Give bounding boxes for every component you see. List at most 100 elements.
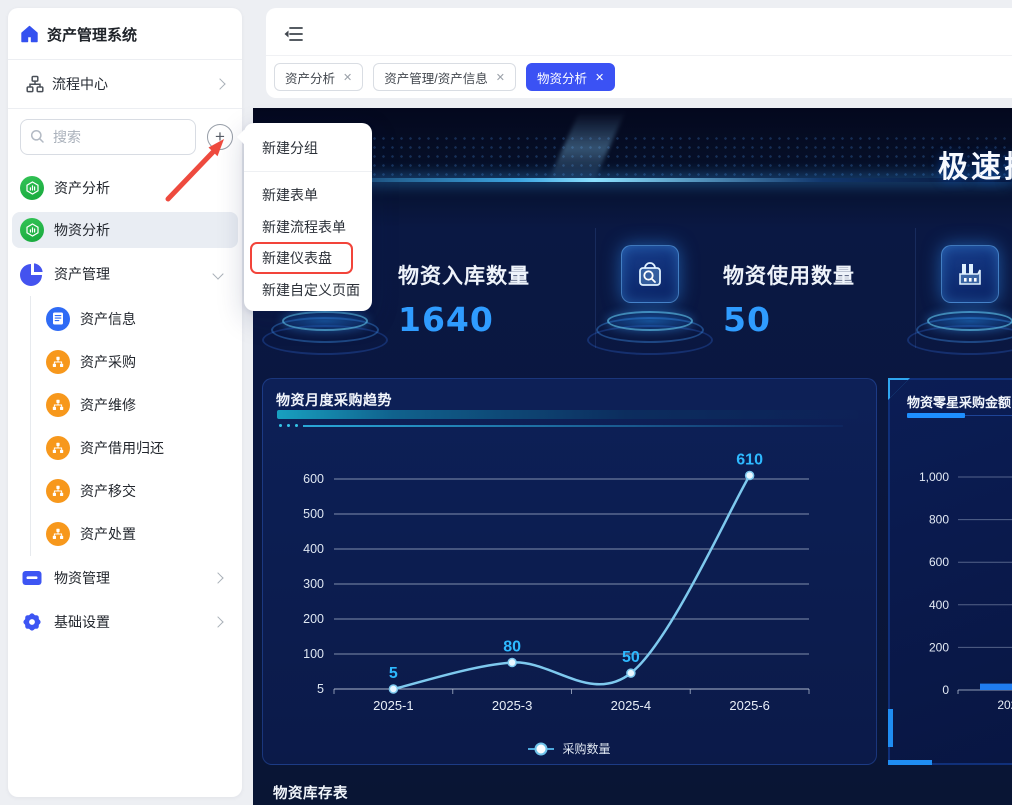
svg-text:5: 5	[389, 665, 398, 682]
storage-box-icon	[20, 566, 44, 590]
create-context-menu: 新建分组 新建表单 新建流程表单 新建仪表盘 新建自定义页面	[236, 123, 372, 311]
svg-text:2025-1: 2025-1	[997, 698, 1012, 712]
tab-asset-analysis[interactable]: 资产分析 ✕	[274, 63, 364, 91]
flow-icon	[46, 521, 70, 546]
title-underline-bar	[907, 413, 965, 418]
panel-corner-accent	[888, 760, 932, 765]
tab-asset-info[interactable]: 资产管理/资产信息 ✕	[373, 63, 516, 91]
tab-close-icon[interactable]: ✕	[496, 71, 505, 84]
sidebar-item-asset-management[interactable]: 资产管理	[12, 252, 238, 295]
sporadic-purchase-panel: 物资零星采购金额 0 200 400 600 800 1,000 2025-1	[888, 378, 1012, 765]
top-bar: 资产分析 ✕ 资产管理/资产信息 ✕ 物资分析 ✕	[266, 8, 1012, 98]
svg-text:2025-4: 2025-4	[611, 698, 651, 713]
search-icon	[30, 129, 44, 143]
sidebar-item-label: 资产信息	[80, 310, 136, 327]
line-chart-title: 物资月度采购趋势	[276, 392, 392, 408]
sidebar-item-label: 资产借用归还	[80, 439, 164, 456]
flow-icon	[26, 75, 44, 93]
sidebar-item-label: 资产管理	[54, 265, 110, 282]
svg-text:0: 0	[942, 683, 949, 697]
sidebar: 资产管理系统 流程中心 + 资产分析 物资分析	[8, 8, 242, 797]
sidebar-item-material-management[interactable]: 物资管理	[12, 556, 238, 599]
tab-close-icon[interactable]: ✕	[595, 71, 604, 84]
sidebar-item-asset-transfer[interactable]: 资产移交	[12, 469, 238, 512]
purchase-trend-line-chart: 5 100 200 300 400 500 600 2025-1 2025-3 2025-4 202…	[303, 451, 810, 713]
svg-text:400: 400	[929, 598, 949, 612]
tab-material-analysis-active[interactable]: 物资分析 ✕	[525, 63, 616, 91]
legend-label: 采购数量	[562, 742, 611, 756]
stat-pedestal-third	[905, 245, 1012, 355]
svg-text:200: 200	[929, 640, 949, 654]
sidebar-item-label: 基础设置	[54, 613, 110, 630]
sidebar-item-basic-settings[interactable]: 基础设置	[12, 600, 238, 643]
stat-value: 1640	[398, 300, 494, 339]
svg-text:400: 400	[303, 542, 324, 556]
svg-text:1,000: 1,000	[919, 470, 949, 484]
tab-label: 物资分析	[536, 71, 587, 86]
line-chart-card: 物资月度采购趋势 5 100 200 300 400 500 600 2025-1 2025-3…	[262, 378, 877, 765]
sidebar-item-asset-borrow-return[interactable]: 资产借用归还	[12, 426, 238, 469]
title-underline-thin	[303, 424, 843, 427]
sidebar-item-label: 资产处置	[80, 525, 136, 542]
app-window: 极速搭 物资入库数量 1640 物资使用数量 50 物资	[0, 0, 1012, 805]
pie-chart-icon	[20, 262, 44, 286]
title-underline-dots	[279, 424, 298, 427]
menu-item-new-form[interactable]: 新建表单	[244, 180, 372, 210]
sporadic-purchase-bar-chart: 0 200 400 600 800 1,000 2025-1	[919, 470, 1012, 712]
bar-chart-title: 物资零星采购金额	[907, 395, 1012, 410]
tab-label: 资产管理/资产信息	[384, 71, 488, 86]
chart-legend[interactable]: 采购数量	[263, 740, 876, 757]
flow-icon	[46, 392, 70, 417]
flow-icon	[46, 478, 70, 503]
sidebar-item-process-center[interactable]: 流程中心	[8, 60, 242, 108]
sidebar-item-asset-disposal[interactable]: 资产处置	[12, 512, 238, 555]
svg-text:300: 300	[303, 577, 324, 591]
svg-text:2025-3: 2025-3	[492, 698, 532, 713]
title-underline-bar	[277, 410, 858, 419]
annotation-arrow	[165, 139, 224, 202]
stat-label: 物资使用数量	[723, 265, 855, 288]
sidebar-item-label: 流程中心	[52, 76, 108, 92]
menu-item-new-custom-page[interactable]: 新建自定义页面	[244, 275, 372, 305]
svg-text:5: 5	[317, 682, 324, 696]
sidebar-item-asset-info[interactable]: 资产信息	[12, 297, 238, 340]
svg-text:600: 600	[929, 555, 949, 569]
chevron-down-icon	[212, 267, 224, 280]
home-icon	[21, 25, 38, 42]
svg-text:100: 100	[303, 647, 324, 661]
annotation-highlight-box	[250, 242, 353, 274]
svg-text:500: 500	[303, 507, 324, 521]
analysis-hexagon-icon	[20, 218, 44, 242]
divider	[244, 171, 372, 172]
svg-text:200: 200	[303, 612, 324, 626]
menu-item-new-flow-form[interactable]: 新建流程表单	[244, 212, 372, 242]
flow-icon	[46, 435, 70, 460]
sidebar-item-asset-repair[interactable]: 资产维修	[12, 383, 238, 426]
inventory-section-title: 物资库存表	[273, 786, 348, 802]
svg-text:2025-1: 2025-1	[373, 698, 413, 713]
flow-icon	[46, 349, 70, 374]
menu-fold-icon[interactable]	[280, 21, 306, 47]
gear-icon	[20, 610, 44, 634]
panel-corner-accent	[888, 709, 893, 747]
sidebar-item-asset-purchase[interactable]: 资产采购	[12, 340, 238, 383]
svg-text:800: 800	[929, 513, 949, 527]
chevron-right-icon	[212, 615, 224, 628]
document-icon	[46, 306, 70, 331]
svg-text:2025-6: 2025-6	[729, 698, 769, 713]
sidebar-item-label: 资产采购	[80, 353, 136, 370]
tab-close-icon[interactable]: ✕	[343, 71, 352, 84]
sidebar-item-material-analysis-selected[interactable]: 物资分析	[12, 212, 238, 248]
sidebar-item-label: 资产移交	[80, 482, 136, 499]
app-title: 资产管理系统	[47, 26, 138, 44]
analysis-hexagon-icon	[20, 175, 44, 200]
stat-value: 50	[723, 300, 771, 339]
menu-item-new-group[interactable]: 新建分组	[244, 133, 372, 163]
chevron-right-icon	[212, 571, 224, 584]
bag-search-icon	[621, 245, 679, 303]
svg-text:80: 80	[503, 639, 521, 656]
sidebar-item-label: 物资分析	[54, 222, 110, 238]
sidebar-item-label: 资产维修	[80, 396, 136, 413]
dashboard-banner-title: 极速搭	[938, 151, 1012, 184]
factory-icon	[941, 245, 999, 303]
